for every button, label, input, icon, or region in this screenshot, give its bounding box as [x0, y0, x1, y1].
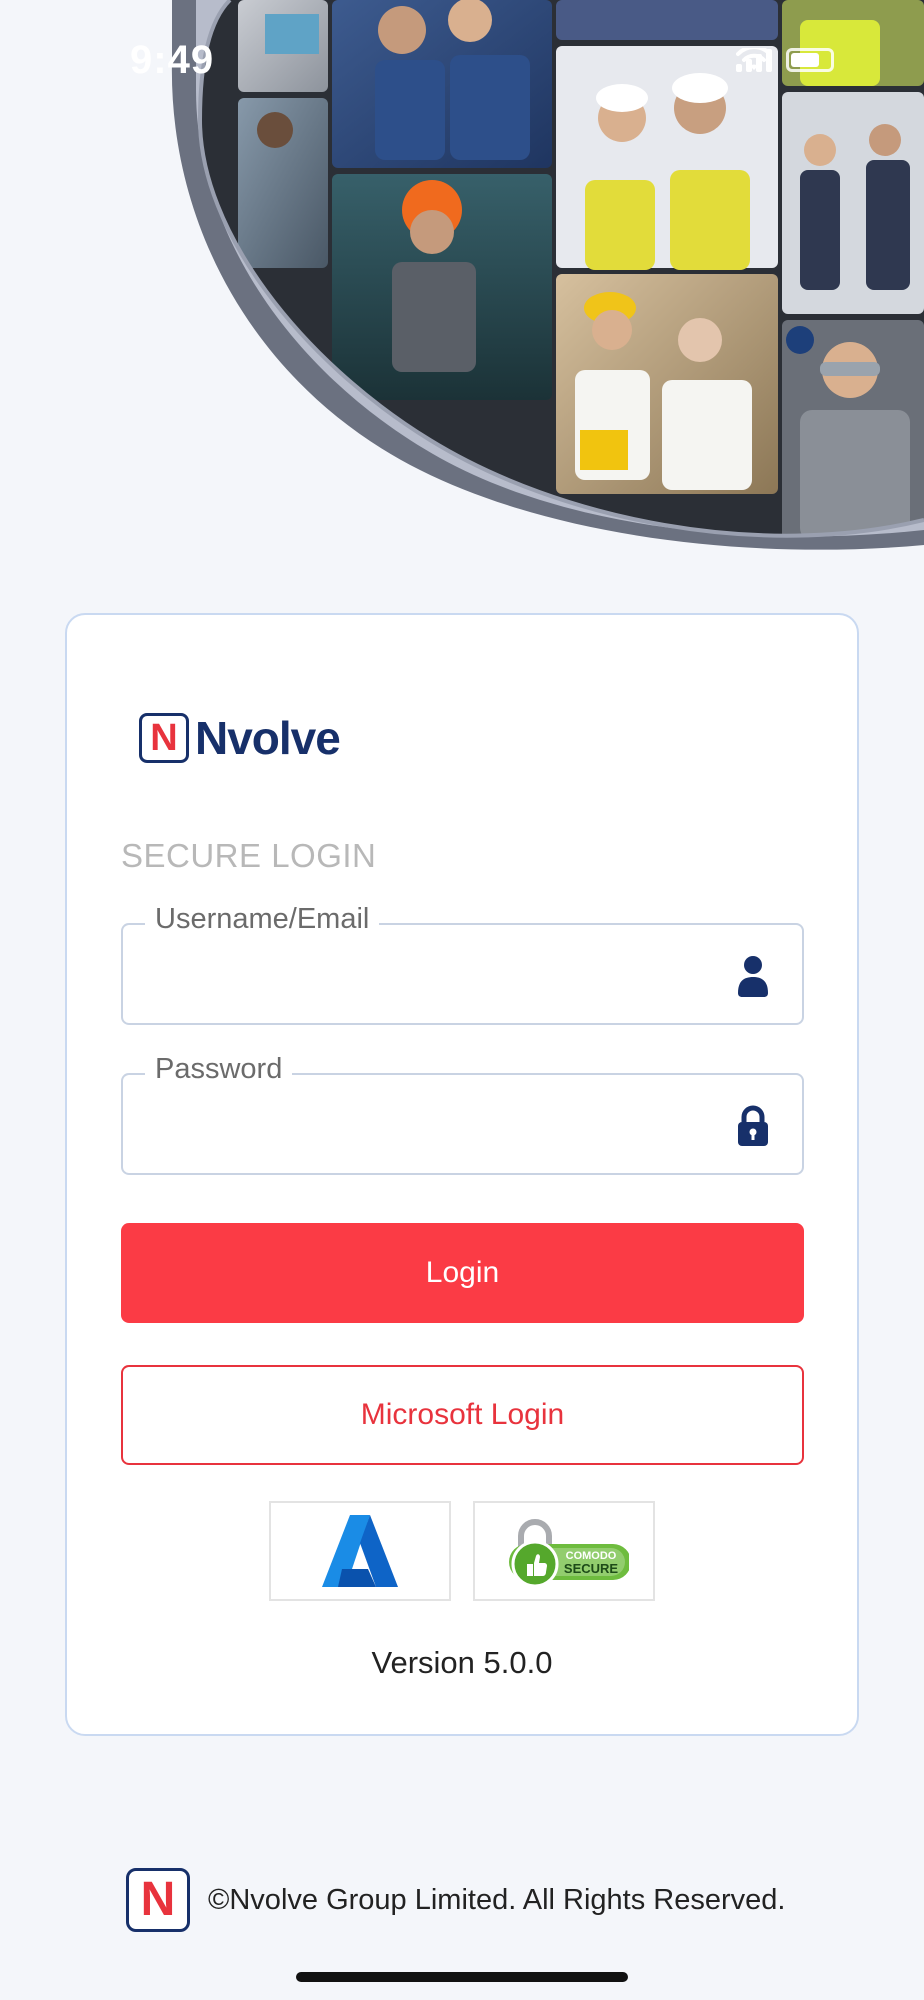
wifi-icon [736, 48, 772, 70]
status-time: 9:49 [130, 38, 215, 82]
logo-mark: N [139, 713, 189, 763]
password-input[interactable] [153, 1105, 713, 1155]
comodo-badge: COMODO SECURE [473, 1501, 655, 1601]
footer-logo: N [126, 1868, 190, 1932]
password-field[interactable]: Password [121, 1053, 804, 1175]
azure-badge [269, 1501, 451, 1601]
username-field[interactable]: Username/Email [121, 903, 804, 1025]
logo-letter: N [150, 717, 178, 759]
lock-icon [738, 1105, 768, 1146]
login-button[interactable]: Login [121, 1223, 804, 1323]
hero-collage: 9:49 [0, 0, 924, 560]
battery-icon [786, 48, 834, 72]
footer: N ©Nvolve Group Limited. All Rights Rese… [126, 1868, 785, 1932]
brand-logo: N Nvolve [139, 711, 341, 765]
user-icon [738, 956, 768, 997]
secure-login-title: SECURE LOGIN [121, 837, 377, 874]
home-indicator[interactable] [296, 1972, 628, 1982]
footer-logo-letter: N [140, 1873, 176, 1926]
username-input[interactable] [153, 955, 713, 1005]
azure-logo-icon [322, 1515, 398, 1587]
copyright-text: ©Nvolve Group Limited. All Rights Reserv… [208, 1883, 786, 1916]
username-label: Username/Email [145, 903, 380, 936]
status-bar: 9:49 [0, 0, 924, 120]
microsoft-login-button[interactable]: Microsoft Login [121, 1365, 804, 1465]
status-icons [736, 48, 834, 72]
login-card: N Nvolve SECURE LOGIN Username/Email Pas… [65, 613, 859, 1736]
logo-text: Nvolve [195, 712, 341, 764]
password-label: Password [145, 1053, 293, 1086]
trust-badges: COMODO SECURE [269, 1501, 655, 1601]
comodo-line2: SECURE [564, 1561, 619, 1576]
comodo-secure-icon: COMODO SECURE [509, 1519, 629, 1588]
version-label: Version 5.0.0 [371, 1645, 553, 1680]
